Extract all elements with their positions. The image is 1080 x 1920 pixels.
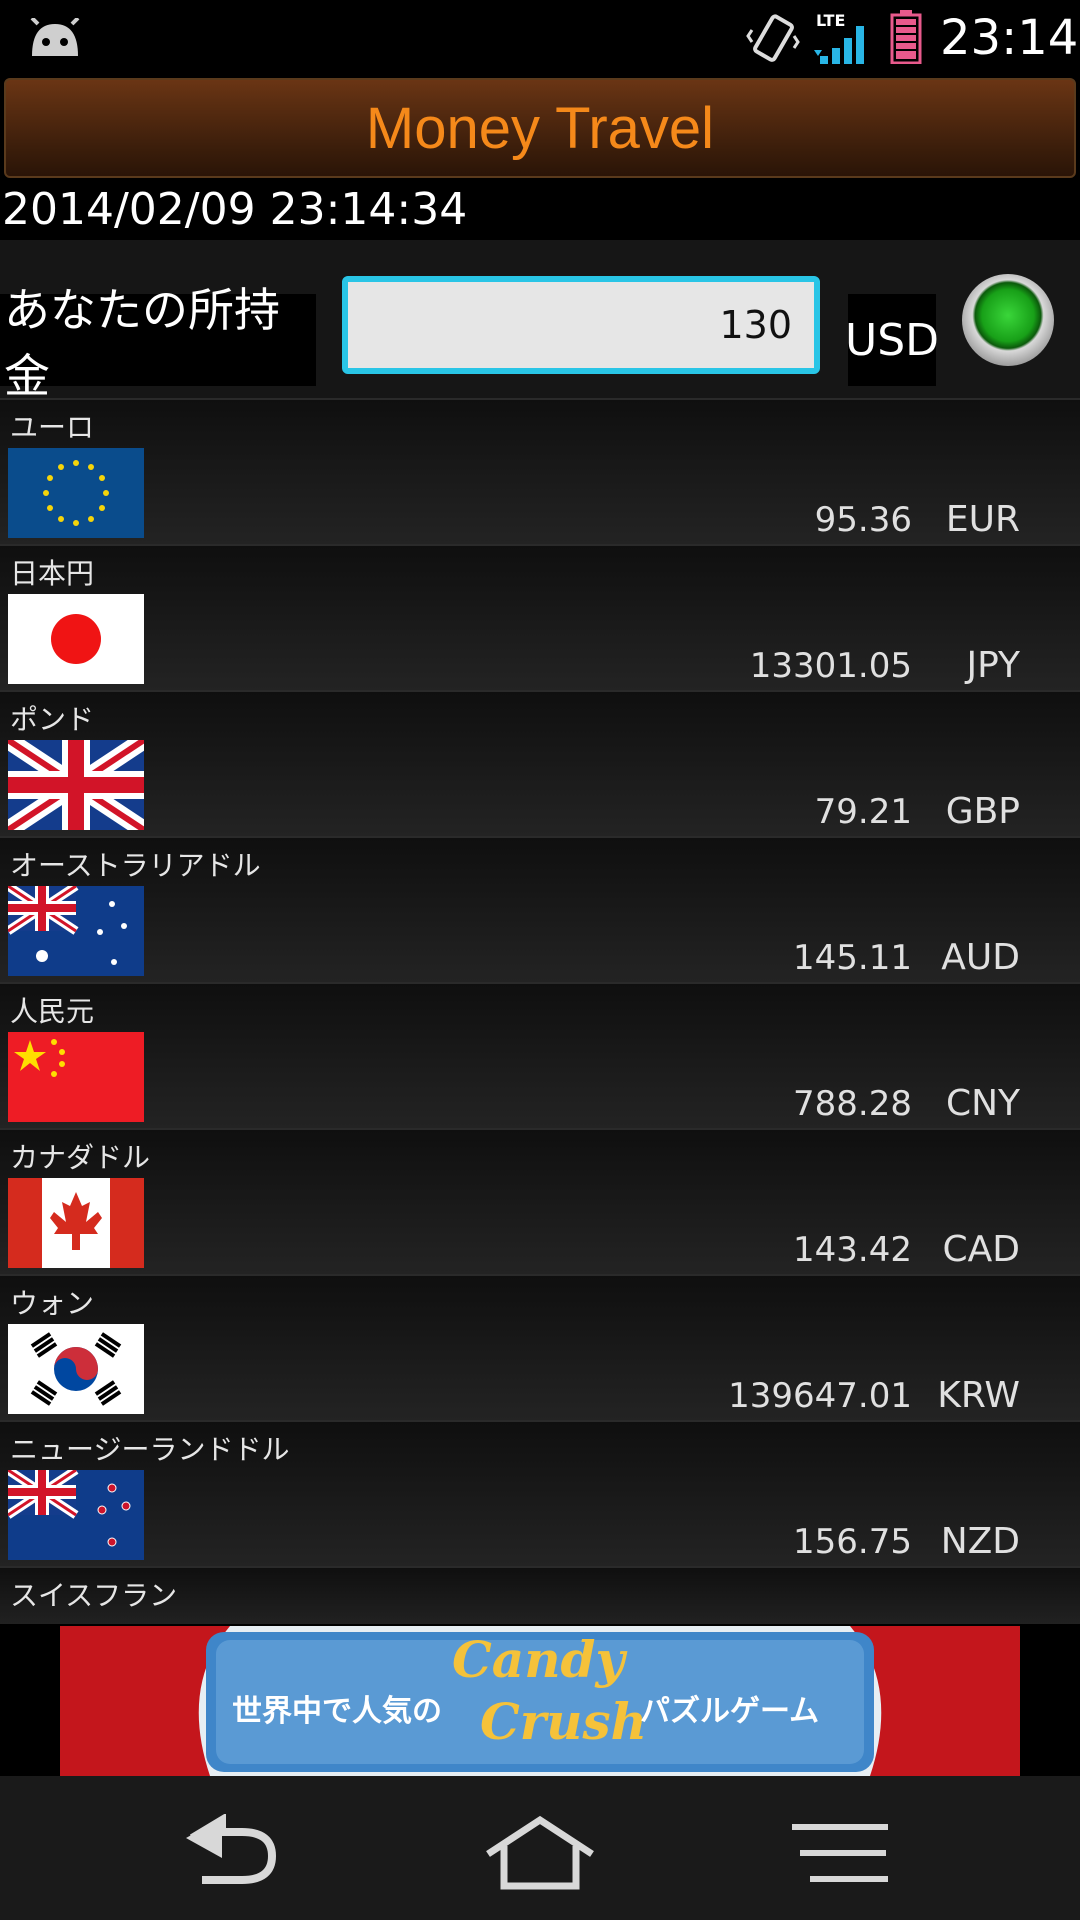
list-item[interactable]: ポンド 79.21 GBP: [0, 690, 1080, 836]
list-item[interactable]: 日本円 13301.05 JPY: [0, 544, 1080, 690]
currency-code: EUR: [945, 499, 1020, 540]
ad-logo-line2: Crush: [480, 1692, 647, 1751]
canada-flag-icon: [8, 1178, 144, 1268]
list-item[interactable]: ユーロ 95.36 EUR: [0, 398, 1080, 544]
uk-flag-icon: [8, 740, 144, 830]
currency-name: スイスフラン: [10, 1579, 178, 1612]
converted-value: 79.21: [814, 792, 912, 832]
japan-flag-icon: [8, 594, 144, 684]
amount-input-row: あなたの所持金 USD: [0, 240, 1080, 403]
currency-list[interactable]: ユーロ 95.36 EUR 日本円 13301.05 JPY ポンド 79.21…: [0, 398, 1080, 1624]
korea-flag-icon: [8, 1324, 144, 1414]
ad-logo-line1: Candy: [452, 1630, 625, 1689]
currency-name: 日本円: [10, 557, 95, 590]
back-icon[interactable]: [172, 1814, 292, 1894]
currency-code: NZD: [940, 1521, 1020, 1562]
currency-code: JPY: [966, 645, 1020, 686]
currency-name: カナダドル: [10, 1141, 151, 1174]
ad-banner[interactable]: 世界中で人気の Candy Crush パズルゲーム: [60, 1626, 1020, 1776]
currency-code: CNY: [945, 1083, 1020, 1124]
currency-name: オーストラリアドル: [10, 849, 261, 882]
currency-name: ニュージーランドドル: [10, 1433, 290, 1466]
current-datetime: 2014/02/09 23:14:34: [2, 184, 468, 235]
currency-name: 人民元: [10, 995, 95, 1028]
menu-icon[interactable]: [790, 1814, 910, 1894]
converted-value: 143.42: [793, 1230, 912, 1270]
convert-button[interactable]: [962, 274, 1054, 366]
battery-icon: [890, 10, 922, 64]
ad-left-text: 世界中で人気の: [232, 1694, 442, 1729]
list-item[interactable]: スイスフラン: [0, 1566, 1080, 1624]
navigation-bar: [0, 1776, 1080, 1920]
converted-value: 95.36: [814, 500, 912, 540]
list-item[interactable]: オーストラリアドル 145.11 AUD: [0, 836, 1080, 982]
list-item[interactable]: ウォン 139647.01 KRW: [0, 1274, 1080, 1420]
svg-text:LTE: LTE: [816, 11, 845, 30]
currency-code: KRW: [937, 1375, 1020, 1416]
china-flag-icon: [8, 1032, 144, 1122]
android-icon: [30, 18, 80, 56]
australia-flag-icon: [8, 886, 144, 976]
list-item[interactable]: 人民元 788.28 CNY: [0, 982, 1080, 1128]
converted-value: 156.75: [793, 1522, 912, 1562]
currency-code: CAD: [942, 1229, 1020, 1270]
lte-signal-icon: LTE: [814, 11, 864, 64]
amount-input[interactable]: [342, 276, 820, 374]
eu-flag-icon: [8, 448, 144, 538]
converted-value: 13301.05: [749, 646, 912, 686]
new-zealand-flag-icon: [8, 1470, 144, 1560]
status-bar: LTE 23:14: [0, 0, 1080, 78]
currency-name: ウォン: [10, 1287, 95, 1320]
app-title-bar: Money Travel: [4, 78, 1076, 178]
vibrate-icon: [746, 14, 800, 62]
app-title: Money Travel: [365, 95, 715, 161]
list-item[interactable]: カナダドル 143.42 CAD: [0, 1128, 1080, 1274]
status-time: 23:14: [940, 10, 1079, 66]
list-item[interactable]: ニュージーランドドル 156.75 NZD: [0, 1420, 1080, 1566]
home-icon[interactable]: [480, 1814, 600, 1894]
ad-right-text: パズルゲーム: [640, 1694, 820, 1729]
currency-name: ポンド: [10, 703, 95, 736]
converted-value: 145.11: [793, 938, 912, 978]
currency-code: AUD: [941, 937, 1020, 978]
base-currency-label[interactable]: USD: [845, 294, 939, 386]
converted-value: 788.28: [793, 1084, 912, 1124]
currency-code: GBP: [945, 791, 1020, 832]
own-money-label: あなたの所持金: [0, 283, 316, 403]
currency-name: ユーロ: [10, 411, 95, 444]
converted-value: 139647.01: [728, 1376, 912, 1416]
